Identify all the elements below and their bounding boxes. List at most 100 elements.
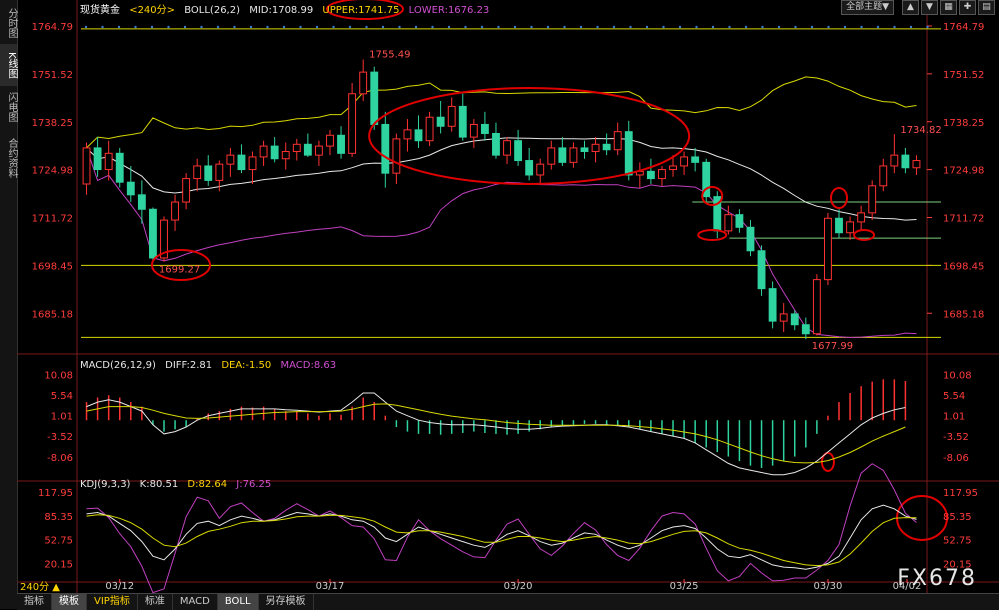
top-marker-dot [530,25,533,29]
zoom-in-button[interactable]: ▲ [902,0,919,15]
candle-body [148,208,157,259]
grid-layout-icon[interactable]: ▦ [940,0,957,15]
candle-body [901,154,910,169]
window-controls: 全部主题▼ ▲ ▼ ▦ ✚ ▤ [841,0,995,15]
sidebar-tab-tick-chart[interactable]: 闪电图 [0,86,17,128]
crosshair-icon[interactable]: ✚ [959,0,976,15]
top-marker-dot [431,25,434,29]
candle-body [812,279,821,335]
price-tick-left: 1751.52 [32,70,73,81]
candle-body [868,185,877,214]
chart-canvas[interactable]: 1764.79 1764.79 1751.52 1751.52 1738.25 1738.… [17,0,999,593]
date-tick-label: 03/20 [504,581,533,592]
candle-body [591,143,600,153]
top-marker-dot [629,25,632,29]
sidebar-tab-k-chart[interactable]: K线图 [0,44,17,86]
candle-body [824,217,832,281]
tab-indicators[interactable]: 指标 [17,594,52,610]
candle-body [248,156,257,171]
top-marker-dot [365,25,368,29]
price-tick-right: 1738.25 [943,118,984,129]
candle-body [270,145,279,160]
top-marker-dot [447,25,451,29]
kdj-title[interactable]: KDJ(9,3,3) [80,479,130,490]
macd-dea: DEA:-1.50 [221,360,272,371]
kdj-d: D:82.64 [187,479,228,490]
markup-ellipse-retest [697,229,728,241]
kdj-tick-right: 85.35 [943,512,972,523]
zoom-out-button[interactable]: ▼ [921,0,938,15]
price-tick-right: 1724.98 [943,166,984,177]
tab-standard[interactable]: 标准 [138,594,173,610]
chart-settings-icon[interactable]: ▤ [978,0,995,15]
candle-body [801,324,810,335]
candle-body [503,140,511,156]
sidebar-tab-time-chart[interactable]: 分时图 [0,2,17,44]
bottom-toolbar: 指标 模板 VIP指标 标准 MACD BOLL 另存模板 [17,593,999,610]
macd-tick-right: 5.54 [943,391,965,402]
top-marker-dot [299,25,302,29]
top-marker-dot [200,25,203,29]
boll-mid: MID:1708.99 [249,5,314,16]
top-marker-dot [827,25,830,29]
candle-body [104,152,113,171]
candle-body [835,217,843,234]
candle-body [182,178,191,203]
candle-body [259,145,268,158]
candle-body [126,181,135,196]
candle-body [337,134,345,154]
price-tick-right: 1685.18 [943,309,984,320]
period-button[interactable]: 240分 ▲ [20,578,60,593]
kdj-tick-left: 20.15 [44,559,73,570]
top-marker-dot [497,25,500,29]
candle-body [912,160,921,169]
candle-body [237,154,246,171]
candle-body [857,212,866,223]
theme-select[interactable]: 全部主题▼ [841,0,894,15]
top-marker-dot [282,25,286,29]
sidebar-tab-contract-info[interactable]: 合约资料 [0,130,17,186]
top-marker-dot [546,25,550,29]
candle-body [536,163,545,176]
candle-body [514,140,523,162]
candle-body [193,165,202,180]
macd-tick-right: -8.06 [943,453,969,464]
top-marker-dot [860,25,863,29]
tab-vip-indicators[interactable]: VIP指标 [87,594,138,610]
candle-body [547,147,556,165]
top-marker-dot [810,25,814,29]
macd-tick-left: 5.54 [51,391,73,402]
candle-body [846,221,855,234]
candle-body [292,143,301,153]
view-sidebar: 分时图 K线图 闪电图 合约资料 [0,0,18,609]
top-marker-dot [596,25,599,29]
top-marker-dot [563,25,566,29]
label-high: 1755.49 [369,50,410,61]
candle-body [82,147,91,185]
macd-tick-left: 1.01 [51,412,73,423]
tab-boll[interactable]: BOLL [217,594,259,610]
macd-title[interactable]: MACD(26,12,9) [80,360,156,371]
symbol-name: 现货黄金 [80,5,120,16]
main-chart-header: 现货黄金 <240分> BOLL(26,2) MID:1708.99 UPPER… [80,1,495,16]
tab-templates[interactable]: 模板 [52,594,87,610]
top-marker-dot [266,25,269,29]
date-tick-label: 03/12 [105,581,134,592]
price-tick-left: 1738.25 [32,118,73,129]
candle-body [171,201,179,221]
top-marker-dot [315,25,319,29]
boll-label[interactable]: BOLL(26,2) [184,5,240,16]
label-low: 1677.99 [812,341,853,352]
top-marker-dot [794,25,797,29]
tab-save-template[interactable]: 另存模板 [259,594,314,610]
candle-body [226,154,235,165]
candle-body [624,131,633,176]
price-tick-left: 1724.98 [32,166,73,177]
top-marker-dot [645,25,649,29]
macd-value: MACD:8.63 [280,360,337,371]
candle-body [779,313,788,322]
top-marker-dot [117,25,121,29]
tab-macd[interactable]: MACD [173,594,218,610]
top-marker-dot [662,25,665,29]
candle-body [691,156,700,163]
